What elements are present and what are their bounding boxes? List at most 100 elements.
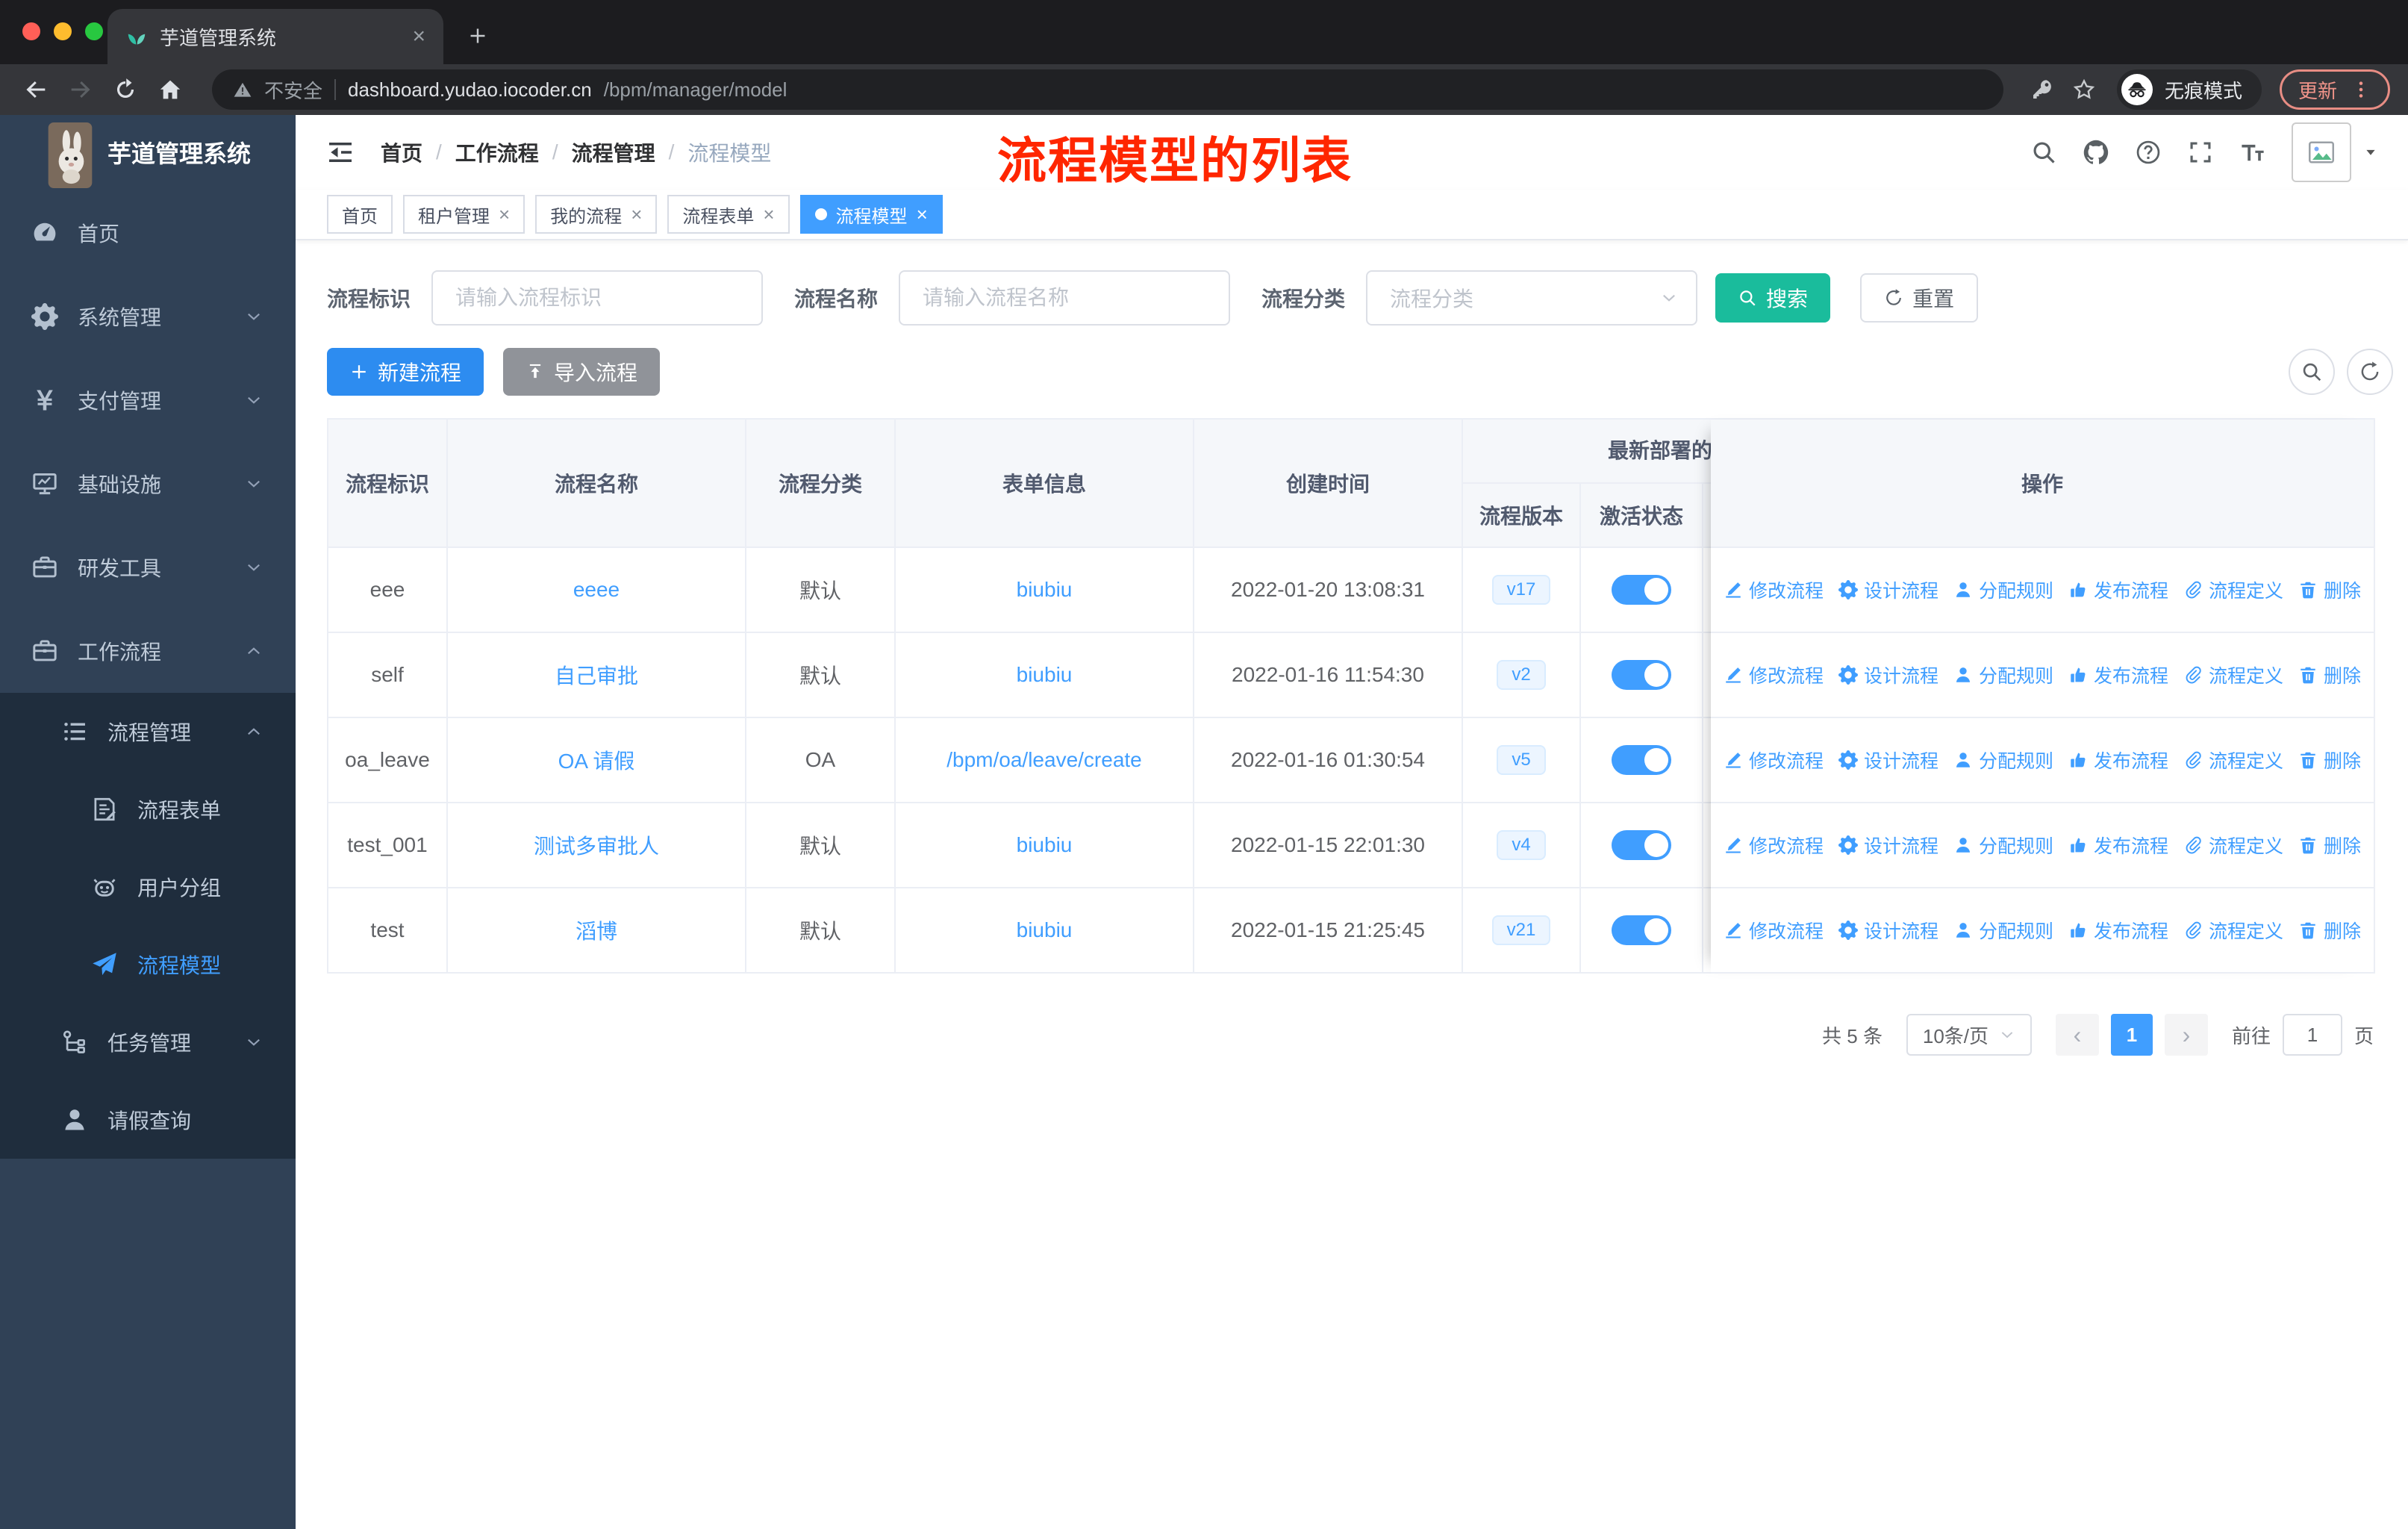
- action-definition-link[interactable]: 流程定义: [2183, 747, 2283, 773]
- sidebar-item-infra[interactable]: 基础设施: [0, 442, 296, 526]
- sidebar-item-process-form[interactable]: 流程表单: [0, 770, 296, 848]
- tag-process-form[interactable]: 流程表单 ×: [667, 195, 790, 234]
- update-button[interactable]: 更新: [2279, 69, 2390, 110]
- tag-my-process[interactable]: 我的流程 ×: [535, 195, 658, 234]
- form-info-link[interactable]: biubiu: [1017, 833, 1073, 857]
- minimize-window-button[interactable]: [54, 22, 72, 40]
- action-modify-link[interactable]: 修改流程: [1724, 832, 1824, 859]
- sidebar-item-user-group[interactable]: 用户分组: [0, 848, 296, 926]
- process-name-link[interactable]: 滔博: [576, 915, 617, 945]
- action-assign-link[interactable]: 分配规则: [1953, 576, 2053, 603]
- new-tab-button[interactable]: [458, 16, 497, 55]
- process-name-link[interactable]: OA 请假: [558, 745, 635, 775]
- tag-process-model[interactable]: 流程模型 ×: [799, 195, 943, 234]
- zoom-window-button[interactable]: [85, 22, 103, 40]
- reset-button[interactable]: 重置: [1860, 273, 1979, 323]
- active-toggle[interactable]: [1612, 660, 1671, 690]
- next-page-button[interactable]: ›: [2164, 1014, 2208, 1056]
- goto-page-input[interactable]: [2282, 1014, 2342, 1056]
- action-delete-link[interactable]: 删除: [2298, 576, 2361, 603]
- filter-category-select[interactable]: 流程分类: [1366, 270, 1698, 326]
- action-assign-link[interactable]: 分配规则: [1953, 661, 2053, 688]
- form-info-link[interactable]: /bpm/oa/leave/create: [946, 748, 1142, 772]
- action-design-link[interactable]: 设计流程: [1838, 917, 1938, 944]
- user-avatar[interactable]: [2292, 122, 2351, 182]
- logo[interactable]: 芋道管理系统: [0, 115, 296, 190]
- process-name-link[interactable]: 自己审批: [555, 660, 638, 690]
- action-publish-link[interactable]: 发布流程: [2068, 917, 2168, 944]
- action-publish-link[interactable]: 发布流程: [2068, 661, 2168, 688]
- action-definition-link[interactable]: 流程定义: [2183, 576, 2283, 603]
- avatar-caret-down-icon[interactable]: [2363, 145, 2378, 160]
- sidebar-item-devtools[interactable]: 研发工具: [0, 526, 296, 609]
- action-delete-link[interactable]: 删除: [2298, 661, 2361, 688]
- bookmark-star-button[interactable]: [2066, 72, 2102, 108]
- sidebar-item-process-manage[interactable]: 流程管理: [0, 693, 296, 770]
- breadcrumb-item[interactable]: 工作流程: [455, 137, 539, 167]
- action-assign-link[interactable]: 分配规则: [1953, 832, 2053, 859]
- tag-close-icon[interactable]: ×: [631, 203, 642, 226]
- sidebar-item-process-model[interactable]: 流程模型: [0, 926, 296, 1003]
- process-name-link[interactable]: eeee: [573, 578, 620, 602]
- form-info-link[interactable]: biubiu: [1017, 578, 1073, 602]
- create-process-button[interactable]: 新建流程: [327, 348, 484, 396]
- prev-page-button[interactable]: ‹: [2055, 1014, 2099, 1056]
- active-toggle[interactable]: [1612, 745, 1671, 775]
- sidebar-item-task-manage[interactable]: 任务管理: [0, 1003, 296, 1081]
- action-design-link[interactable]: 设计流程: [1838, 747, 1938, 773]
- tag-close-icon[interactable]: ×: [917, 203, 928, 226]
- action-design-link[interactable]: 设计流程: [1838, 576, 1938, 603]
- action-assign-link[interactable]: 分配规则: [1953, 747, 2053, 773]
- home-button[interactable]: [152, 72, 188, 108]
- sidebar-item-system[interactable]: 系统管理: [0, 275, 296, 358]
- action-publish-link[interactable]: 发布流程: [2068, 747, 2168, 773]
- back-button[interactable]: [18, 72, 54, 108]
- address-bar[interactable]: 不安全 dashboard.yudao.iocoder.cn/bpm/manag…: [212, 69, 2003, 110]
- active-toggle[interactable]: [1612, 575, 1671, 605]
- tag-tenant[interactable]: 租户管理 ×: [403, 195, 525, 234]
- font-size-icon[interactable]: [2239, 139, 2266, 166]
- close-window-button[interactable]: [22, 22, 40, 40]
- tag-close-icon[interactable]: ×: [763, 203, 774, 226]
- action-assign-link[interactable]: 分配规则: [1953, 917, 2053, 944]
- sidebar-fold-icon[interactable]: [325, 137, 355, 167]
- password-key-button[interactable]: [2024, 72, 2060, 108]
- active-toggle[interactable]: [1612, 915, 1671, 945]
- action-delete-link[interactable]: 删除: [2298, 917, 2361, 944]
- action-definition-link[interactable]: 流程定义: [2183, 661, 2283, 688]
- action-modify-link[interactable]: 修改流程: [1724, 747, 1824, 773]
- form-info-link[interactable]: biubiu: [1017, 918, 1073, 942]
- import-process-button[interactable]: 导入流程: [503, 348, 661, 396]
- form-info-link[interactable]: biubiu: [1017, 663, 1073, 687]
- action-modify-link[interactable]: 修改流程: [1724, 917, 1824, 944]
- breadcrumb-item[interactable]: 流程管理: [572, 137, 655, 167]
- active-toggle[interactable]: [1612, 830, 1671, 860]
- action-publish-link[interactable]: 发布流程: [2068, 576, 2168, 603]
- process-name-link[interactable]: 测试多审批人: [534, 830, 659, 860]
- action-definition-link[interactable]: 流程定义: [2183, 832, 2283, 859]
- fullscreen-icon[interactable]: [2187, 139, 2214, 166]
- sidebar-item-payment[interactable]: 支付管理: [0, 358, 296, 442]
- tag-home[interactable]: 首页: [327, 195, 393, 234]
- action-delete-link[interactable]: 删除: [2298, 832, 2361, 859]
- action-design-link[interactable]: 设计流程: [1838, 661, 1938, 688]
- github-icon[interactable]: [2083, 139, 2109, 166]
- help-icon[interactable]: [2135, 139, 2162, 166]
- breadcrumb-item[interactable]: 首页: [381, 137, 422, 167]
- page-size-select[interactable]: 10条/页: [1906, 1014, 2032, 1056]
- toggle-search-button[interactable]: [2289, 349, 2335, 395]
- header-search-icon[interactable]: [2030, 139, 2057, 166]
- action-definition-link[interactable]: 流程定义: [2183, 917, 2283, 944]
- browser-tab[interactable]: 芋道管理系统 ×: [107, 9, 443, 64]
- browser-menu-icon[interactable]: [2351, 79, 2371, 100]
- tab-close-icon[interactable]: ×: [412, 24, 425, 49]
- action-modify-link[interactable]: 修改流程: [1724, 576, 1824, 603]
- sidebar-item-workflow[interactable]: 工作流程: [0, 609, 296, 693]
- forward-button[interactable]: [63, 72, 99, 108]
- refresh-table-button[interactable]: [2347, 349, 2393, 395]
- action-publish-link[interactable]: 发布流程: [2068, 832, 2168, 859]
- page-number-1[interactable]: 1: [2110, 1014, 2153, 1056]
- sidebar-item-home[interactable]: 首页: [0, 191, 296, 275]
- filter-key-input[interactable]: [431, 270, 764, 326]
- sidebar-item-leave-query[interactable]: 请假查询: [0, 1081, 296, 1159]
